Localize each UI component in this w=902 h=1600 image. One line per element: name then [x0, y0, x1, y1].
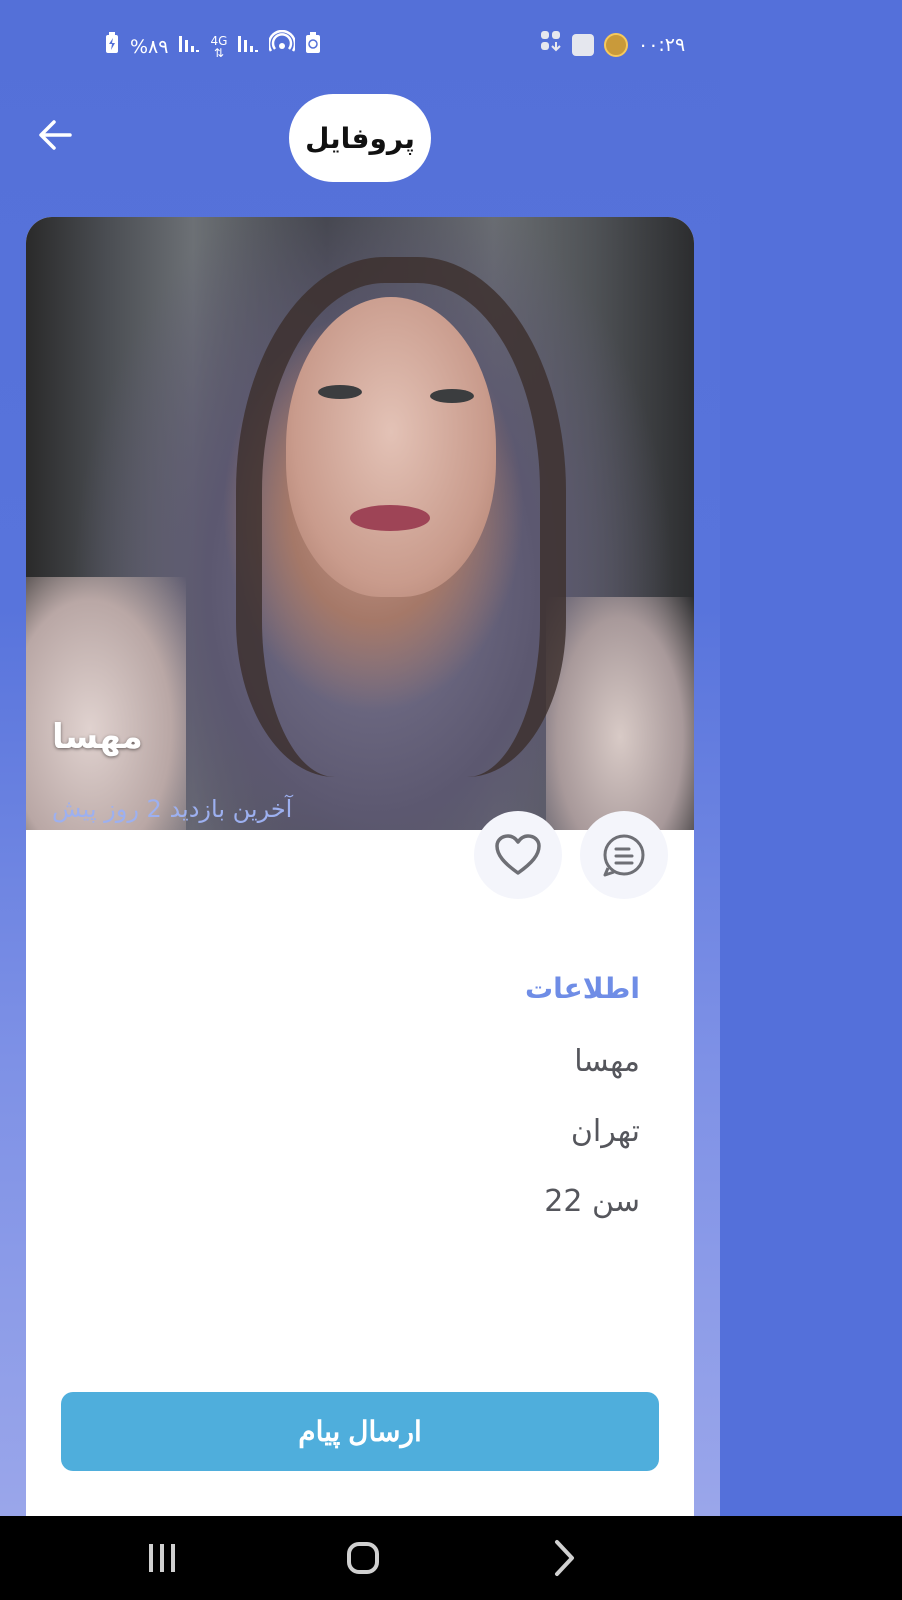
info-section-title: اطلاعات [524, 972, 640, 1005]
recent-apps-icon [149, 1544, 175, 1572]
send-message-button[interactable]: ارسال پیام [61, 1392, 659, 1471]
photo-detail [286, 297, 496, 597]
info-name: مهسا [574, 1044, 640, 1079]
status-right-group: ۰۰:۲۹ [540, 30, 685, 60]
hotspot-icon [268, 29, 297, 64]
like-button[interactable] [474, 811, 562, 899]
info-age: سن 22 [544, 1184, 640, 1219]
battery-charging-icon [104, 32, 120, 62]
app-grid-icon [540, 30, 562, 60]
photo-detail [26, 577, 186, 830]
back-button[interactable] [34, 114, 76, 156]
photo-detail [350, 505, 430, 531]
heart-outline-icon [495, 834, 541, 875]
network-type: 4G ⇅ [210, 35, 227, 59]
notification-app-icon [572, 34, 594, 56]
signal-bars-icon [178, 32, 200, 62]
coin-app-icon [604, 33, 628, 57]
side-panel [720, 0, 902, 1516]
photo-detail [318, 385, 362, 399]
home-button[interactable] [333, 1534, 393, 1582]
page-title: پروفایل [289, 94, 431, 182]
system-back-button[interactable] [534, 1534, 594, 1582]
chat-bubble-icon [603, 834, 645, 877]
status-left-group: %۸۹ 4G ⇅ [104, 29, 321, 64]
chat-button[interactable] [580, 811, 668, 899]
photo-detail [546, 597, 694, 830]
chevron-right-icon [555, 1540, 574, 1576]
status-bar: %۸۹ 4G ⇅ ۰۰:۲۹ [0, 22, 720, 66]
recent-apps-button[interactable] [132, 1534, 192, 1582]
battery-percentage: %۸۹ [130, 36, 169, 58]
signal-bars-icon-2 [237, 32, 259, 62]
profile-photo: مهسا آخرین بازدید 2 روز پیش [26, 217, 694, 830]
photo-detail [430, 389, 474, 403]
data-arrows-icon: ⇅ [213, 46, 224, 60]
arrow-left-icon [39, 120, 72, 150]
last-seen-text: آخرین بازدید 2 روز پیش [52, 795, 293, 823]
profile-name: مهسا [52, 717, 143, 757]
recycle-battery-icon [305, 32, 321, 62]
home-icon [347, 1542, 379, 1574]
system-nav-bar [0, 1516, 902, 1600]
info-city: تهران [570, 1114, 640, 1149]
clock: ۰۰:۲۹ [638, 34, 686, 56]
